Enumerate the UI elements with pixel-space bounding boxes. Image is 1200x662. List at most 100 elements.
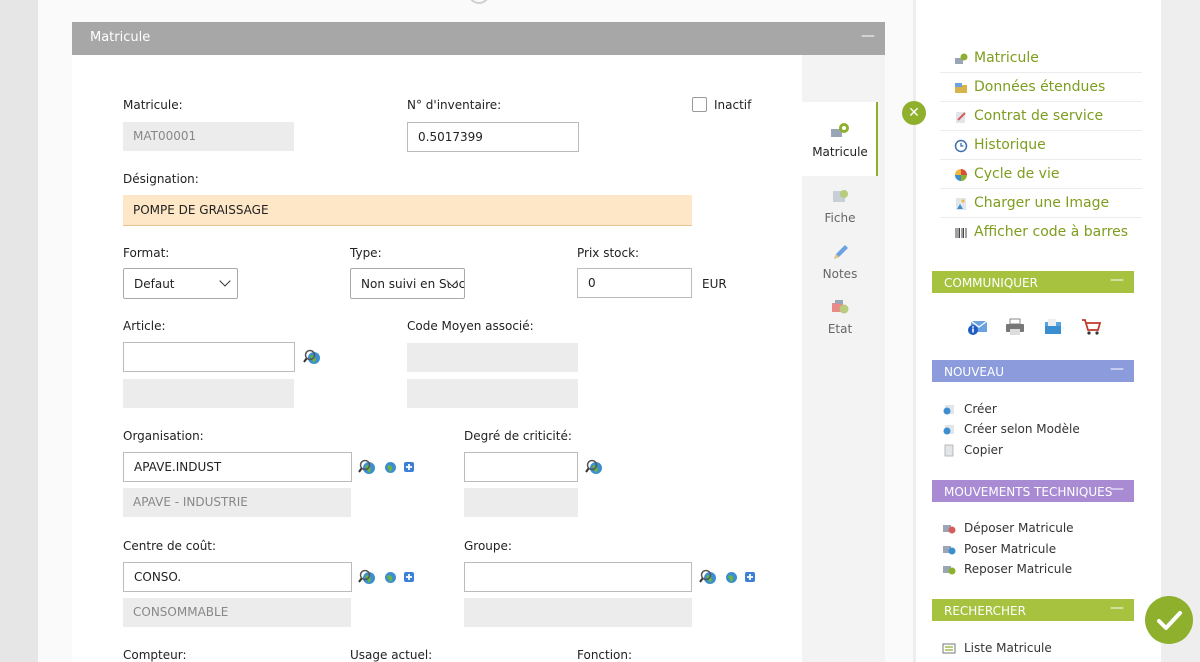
type-select[interactable]: Non suivi en Stock bbox=[350, 268, 465, 299]
inventaire-input[interactable]: 0.5017399 bbox=[407, 122, 579, 152]
action-copier[interactable]: Copier bbox=[964, 443, 1003, 457]
create-icon bbox=[943, 405, 954, 415]
designation-label: Désignation: bbox=[123, 172, 199, 186]
action-deposer[interactable]: Déposer Matricule bbox=[964, 521, 1074, 535]
sidebar-link-historique[interactable]: Historique bbox=[940, 131, 1142, 160]
collapse-icon[interactable]: — bbox=[1110, 600, 1124, 616]
centre-label: Centre de coût: bbox=[123, 539, 217, 553]
sidebar-link-cycle[interactable]: Cycle de vie bbox=[940, 160, 1142, 189]
type-label: Type: bbox=[350, 246, 382, 260]
compteur-label: Compteur: bbox=[123, 648, 187, 662]
reposer-icon bbox=[943, 566, 956, 575]
nouveau-header[interactable]: NOUVEAU — bbox=[932, 360, 1134, 382]
communiquer-title: COMMUNIQUER bbox=[944, 276, 1038, 290]
format-select[interactable]: Defaut bbox=[123, 268, 238, 299]
nouveau-title: NOUVEAU bbox=[944, 365, 1004, 379]
search-globe-icon[interactable] bbox=[358, 568, 376, 586]
pencil-icon bbox=[834, 245, 848, 259]
add-icon[interactable] bbox=[744, 571, 757, 584]
sidebar-link-image[interactable]: Charger une Image bbox=[940, 189, 1142, 218]
validate-button[interactable] bbox=[1145, 596, 1193, 644]
close-icon: ✕ bbox=[908, 105, 920, 121]
tab-notes[interactable]: Notes bbox=[802, 243, 878, 281]
mail-info-icon[interactable] bbox=[967, 317, 989, 337]
code-moyen-label: Code Moyen associé: bbox=[407, 319, 534, 333]
article-description bbox=[123, 379, 294, 408]
check-icon bbox=[1157, 611, 1182, 630]
barcode-icon bbox=[955, 228, 967, 238]
sidebar-link-label: Données étendues bbox=[974, 79, 1106, 95]
list-icon bbox=[942, 643, 956, 654]
sidebar-link-contrat[interactable]: Contrat de service bbox=[940, 102, 1142, 131]
tab-etat[interactable]: Etat bbox=[802, 298, 878, 336]
sidebar-link-label: Historique bbox=[974, 137, 1046, 153]
tab-notes-label: Notes bbox=[822, 267, 858, 281]
sidebar-link-label: Charger une Image bbox=[974, 195, 1110, 211]
collapse-icon[interactable]: — bbox=[1110, 361, 1124, 377]
cart-icon[interactable] bbox=[1080, 317, 1102, 337]
article-input[interactable] bbox=[123, 342, 295, 372]
globe-icon[interactable] bbox=[384, 461, 397, 474]
globe-icon[interactable] bbox=[384, 571, 397, 584]
code-moyen-description bbox=[407, 379, 578, 408]
rechercher-header[interactable]: RECHERCHER — bbox=[932, 599, 1134, 621]
prix-input[interactable]: 0 bbox=[577, 268, 692, 298]
inventaire-label: N° d'inventaire: bbox=[407, 98, 502, 112]
action-creer-modele[interactable]: Créer selon Modèle bbox=[964, 422, 1080, 436]
close-sidebar-button[interactable]: ✕ bbox=[902, 101, 926, 125]
tab-matricule-label: Matricule bbox=[812, 145, 868, 159]
collapse-icon[interactable]: — bbox=[861, 28, 875, 44]
rechercher-title: RECHERCHER bbox=[944, 604, 1026, 618]
collapse-icon[interactable]: — bbox=[1110, 481, 1124, 497]
globe-icon[interactable] bbox=[725, 571, 738, 584]
sidebar-link-donnees[interactable]: Données étendues bbox=[940, 73, 1142, 102]
action-creer[interactable]: Créer bbox=[964, 402, 997, 416]
mouvements-header[interactable]: MOUVEMENTS TECHNIQUES — bbox=[932, 480, 1134, 502]
sidebar-link-label: Afficher code à barres bbox=[974, 224, 1129, 240]
search-globe-icon[interactable] bbox=[699, 568, 717, 586]
prix-label: Prix stock: bbox=[577, 246, 640, 260]
criticite-description bbox=[464, 488, 578, 517]
cycle-icon bbox=[955, 169, 967, 181]
section-header[interactable]: Matricule — bbox=[72, 22, 885, 55]
copy-icon bbox=[944, 444, 954, 457]
organisation-input[interactable]: APAVE.INDUST bbox=[123, 452, 352, 482]
tab-fiche[interactable]: Fiche bbox=[802, 187, 878, 225]
organisation-description: APAVE - INDUSTRIE bbox=[123, 488, 351, 517]
prix-unit: EUR bbox=[702, 277, 727, 291]
search-globe-icon[interactable] bbox=[303, 348, 321, 366]
action-liste-matricule[interactable]: Liste Matricule bbox=[964, 641, 1052, 655]
format-label: Format: bbox=[123, 246, 170, 260]
section-title: Matricule bbox=[90, 30, 151, 45]
contract-icon bbox=[956, 112, 966, 123]
article-label: Article: bbox=[123, 319, 166, 333]
collapse-icon[interactable]: — bbox=[1110, 272, 1124, 288]
add-icon[interactable] bbox=[403, 571, 416, 584]
print-icon[interactable] bbox=[1004, 317, 1026, 337]
search-globe-icon[interactable] bbox=[358, 458, 376, 476]
mouvements-title: MOUVEMENTS TECHNIQUES bbox=[944, 485, 1113, 499]
sidebar-link-label: Matricule bbox=[974, 50, 1039, 66]
tab-fiche-label: Fiche bbox=[824, 211, 856, 225]
search-globe-icon[interactable] bbox=[585, 458, 603, 476]
tab-matricule[interactable]: Matricule bbox=[802, 121, 878, 159]
add-icon[interactable] bbox=[403, 461, 416, 474]
action-poser[interactable]: Poser Matricule bbox=[964, 542, 1056, 556]
sidebar-link-matricule[interactable]: Matricule bbox=[940, 44, 1142, 73]
organisation-label: Organisation: bbox=[123, 429, 204, 443]
gear-icon bbox=[955, 53, 968, 64]
matricule-field: MAT00001 bbox=[123, 122, 294, 151]
action-reposer[interactable]: Reposer Matricule bbox=[964, 562, 1072, 576]
groupe-input[interactable] bbox=[464, 562, 692, 592]
poser-icon bbox=[943, 546, 956, 555]
designation-input[interactable]: POMPE DE GRAISSAGE bbox=[123, 195, 692, 226]
communiquer-header[interactable]: COMMUNIQUER — bbox=[932, 271, 1134, 293]
fiche-icon bbox=[833, 190, 848, 202]
usage-label: Usage actuel: bbox=[350, 648, 433, 662]
centre-input[interactable]: CONSO. bbox=[123, 562, 352, 592]
centre-description: CONSOMMABLE bbox=[123, 598, 351, 627]
folder-icon[interactable] bbox=[1042, 317, 1064, 337]
sidebar-link-barcode[interactable]: Afficher code à barres bbox=[940, 218, 1142, 247]
criticite-input[interactable] bbox=[464, 452, 578, 482]
inactif-checkbox[interactable] bbox=[692, 97, 707, 112]
